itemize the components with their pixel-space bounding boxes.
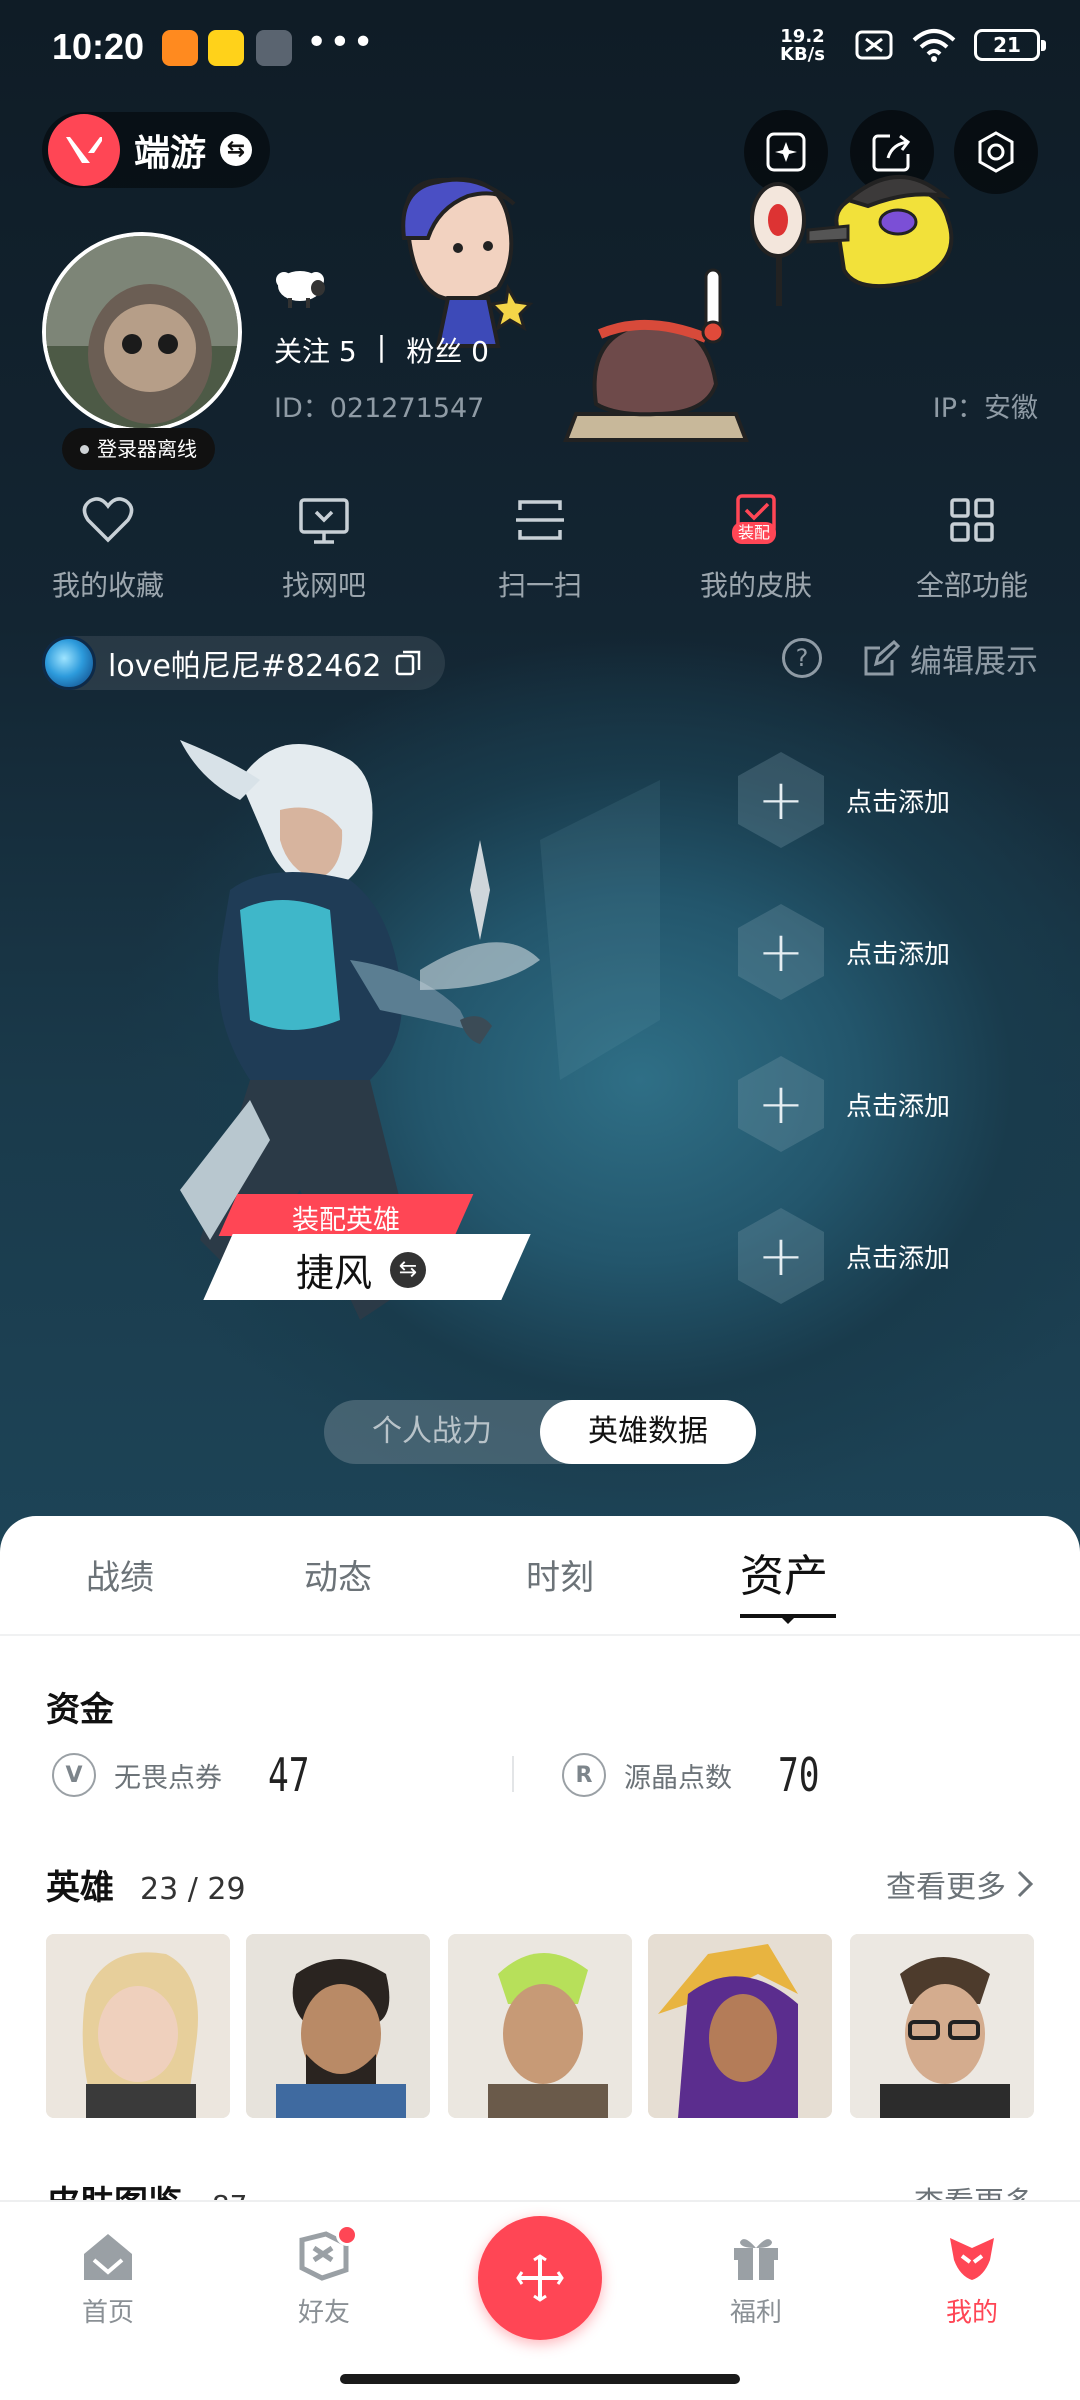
data-toggle: 个人战力 英雄数据 (324, 1400, 756, 1464)
funds-title: 资金 (46, 1690, 114, 1730)
no-sim-icon (855, 30, 893, 60)
add-slot-3[interactable]: + 点击添加 (738, 1056, 950, 1152)
more-notifications-icon: ••• (306, 22, 376, 63)
agent-card-sage[interactable] (46, 1934, 230, 2118)
radianite-balance: R 源晶点数 70 (562, 1748, 833, 1802)
radianite-icon: R (562, 1753, 606, 1797)
valorant-logo-icon (48, 114, 120, 186)
agent-card-chamber[interactable] (850, 1934, 1034, 2118)
plus-icon: + (738, 1056, 824, 1152)
riot-id-chip[interactable]: love帕尼尼#82462 (42, 636, 446, 690)
grid-icon (950, 498, 994, 542)
feature-favorites[interactable]: 我的收藏 (0, 492, 216, 604)
active-tab-notch (778, 1614, 798, 1624)
skin-icon: 装配 (728, 492, 784, 548)
tab-assets[interactable]: 资产 (740, 1540, 828, 1604)
riot-id-text: love帕尼尼#82462 (108, 649, 382, 684)
add-slot-4[interactable]: + 点击添加 (738, 1208, 950, 1304)
swap-icon: ⇆ (220, 134, 253, 166)
switch-agent-icon[interactable]: ⇆ (390, 1251, 427, 1288)
tab-record[interactable]: 战绩 (86, 1550, 154, 1599)
home-icon (84, 2234, 132, 2280)
gear-icon (978, 131, 1014, 173)
ip-location: IP：安徽 (932, 393, 1038, 424)
avatar[interactable] (42, 232, 242, 432)
funds-divider (512, 1756, 514, 1792)
launcher-status-badge: 登录器离线 (62, 428, 215, 470)
status-time: 10:20 (52, 26, 145, 67)
vp-balance: V 无畏点券 47 (52, 1748, 323, 1802)
nav-me[interactable]: 我的 (912, 2230, 1032, 2329)
equip-tag: 装配英雄 (292, 1205, 400, 1236)
plus-icon: + (738, 752, 824, 848)
chevron-right-icon (1017, 1870, 1034, 1898)
fans-link[interactable]: 粉丝 0 (406, 330, 489, 370)
equip-badge: 装配 (732, 522, 777, 544)
user-id: ID：021271547 (274, 393, 485, 424)
toggle-agent-data[interactable]: 英雄数据 (540, 1400, 756, 1464)
agent-card-gekko[interactable] (448, 1934, 632, 2118)
add-slot-1[interactable]: + 点击添加 (738, 752, 950, 848)
create-post-button[interactable] (478, 2216, 602, 2340)
feature-scan[interactable]: 扫一扫 (432, 492, 648, 604)
agent-card-harbor[interactable] (246, 1934, 430, 2118)
divider (0, 1634, 1080, 1636)
me-icon (950, 2238, 994, 2280)
home-indicator (340, 2374, 740, 2384)
v-points-icon: V (52, 1753, 96, 1797)
tab-feed[interactable]: 动态 (304, 1550, 372, 1599)
edit-icon (864, 640, 900, 676)
follow-link[interactable]: 关注 5 (274, 330, 357, 370)
add-slot-2[interactable]: + 点击添加 (738, 904, 950, 1000)
game-name: 端游 (134, 133, 207, 174)
wifi-icon (912, 29, 956, 62)
help-icon[interactable]: ? (782, 638, 822, 678)
heart-icon (82, 497, 134, 543)
agent-name: 捷风 (296, 1251, 373, 1295)
nav-welfare[interactable]: 福利 (696, 2230, 816, 2329)
toggle-personal-power[interactable]: 个人战力 (324, 1400, 540, 1464)
monitor-icon (299, 498, 349, 544)
battery-indicator: 21 (974, 29, 1046, 61)
nav-home[interactable]: 首页 (48, 2230, 168, 2329)
sheep-icon (276, 271, 325, 308)
scan-icon (516, 500, 564, 540)
avatar-image (46, 236, 238, 428)
taobao-app-icon (162, 30, 198, 66)
network-speed: 19.2 KB/s (780, 26, 825, 65)
plus-icon: + (738, 904, 824, 1000)
follow-stats: 关注 5 | 粉丝 0 (274, 330, 489, 370)
plus-icon: + (738, 1208, 824, 1304)
status-dot (80, 444, 89, 454)
sticker-boar-icon (563, 268, 749, 442)
sticker-character-icon (401, 177, 534, 348)
feature-shortcuts: 我的收藏 找网吧 扫一扫 装配 我的皮肤 全部功能 (0, 492, 1080, 604)
tab-moments[interactable]: 时刻 (526, 1550, 594, 1599)
game-switch-button[interactable]: 端游 ⇆ (42, 112, 271, 188)
feature-my-skins[interactable]: 装配 我的皮肤 (648, 492, 864, 604)
feature-all[interactable]: 全部功能 (864, 492, 1080, 604)
game-app-icon (256, 30, 292, 66)
profile-tabs: 战绩 动态 时刻 资产 (0, 1540, 1080, 1630)
agents-section-header: 英雄 23 / 29 (46, 1868, 246, 1908)
edit-showcase-button[interactable]: 编辑展示 (862, 636, 1038, 682)
nav-friends[interactable]: 好友 (264, 2224, 384, 2329)
agents-see-more[interactable]: 查看更多 (886, 1862, 1034, 1906)
plus-icon (516, 2254, 564, 2302)
gift-icon (734, 2239, 778, 2280)
copy-icon[interactable] (393, 648, 423, 678)
riot-avatar-icon (42, 636, 96, 690)
feature-find-cafe[interactable]: 找网吧 (216, 492, 432, 604)
xianyu-app-icon (208, 30, 244, 66)
equipped-agent[interactable]: 捷风 ⇆ (296, 1242, 427, 1297)
sticker-duck-icon (750, 174, 954, 306)
agent-card-iso[interactable] (648, 1934, 832, 2118)
status-bar: 10:20 ••• 19.2 KB/s 21 (0, 0, 1080, 96)
friends-notification-dot (336, 2224, 358, 2246)
